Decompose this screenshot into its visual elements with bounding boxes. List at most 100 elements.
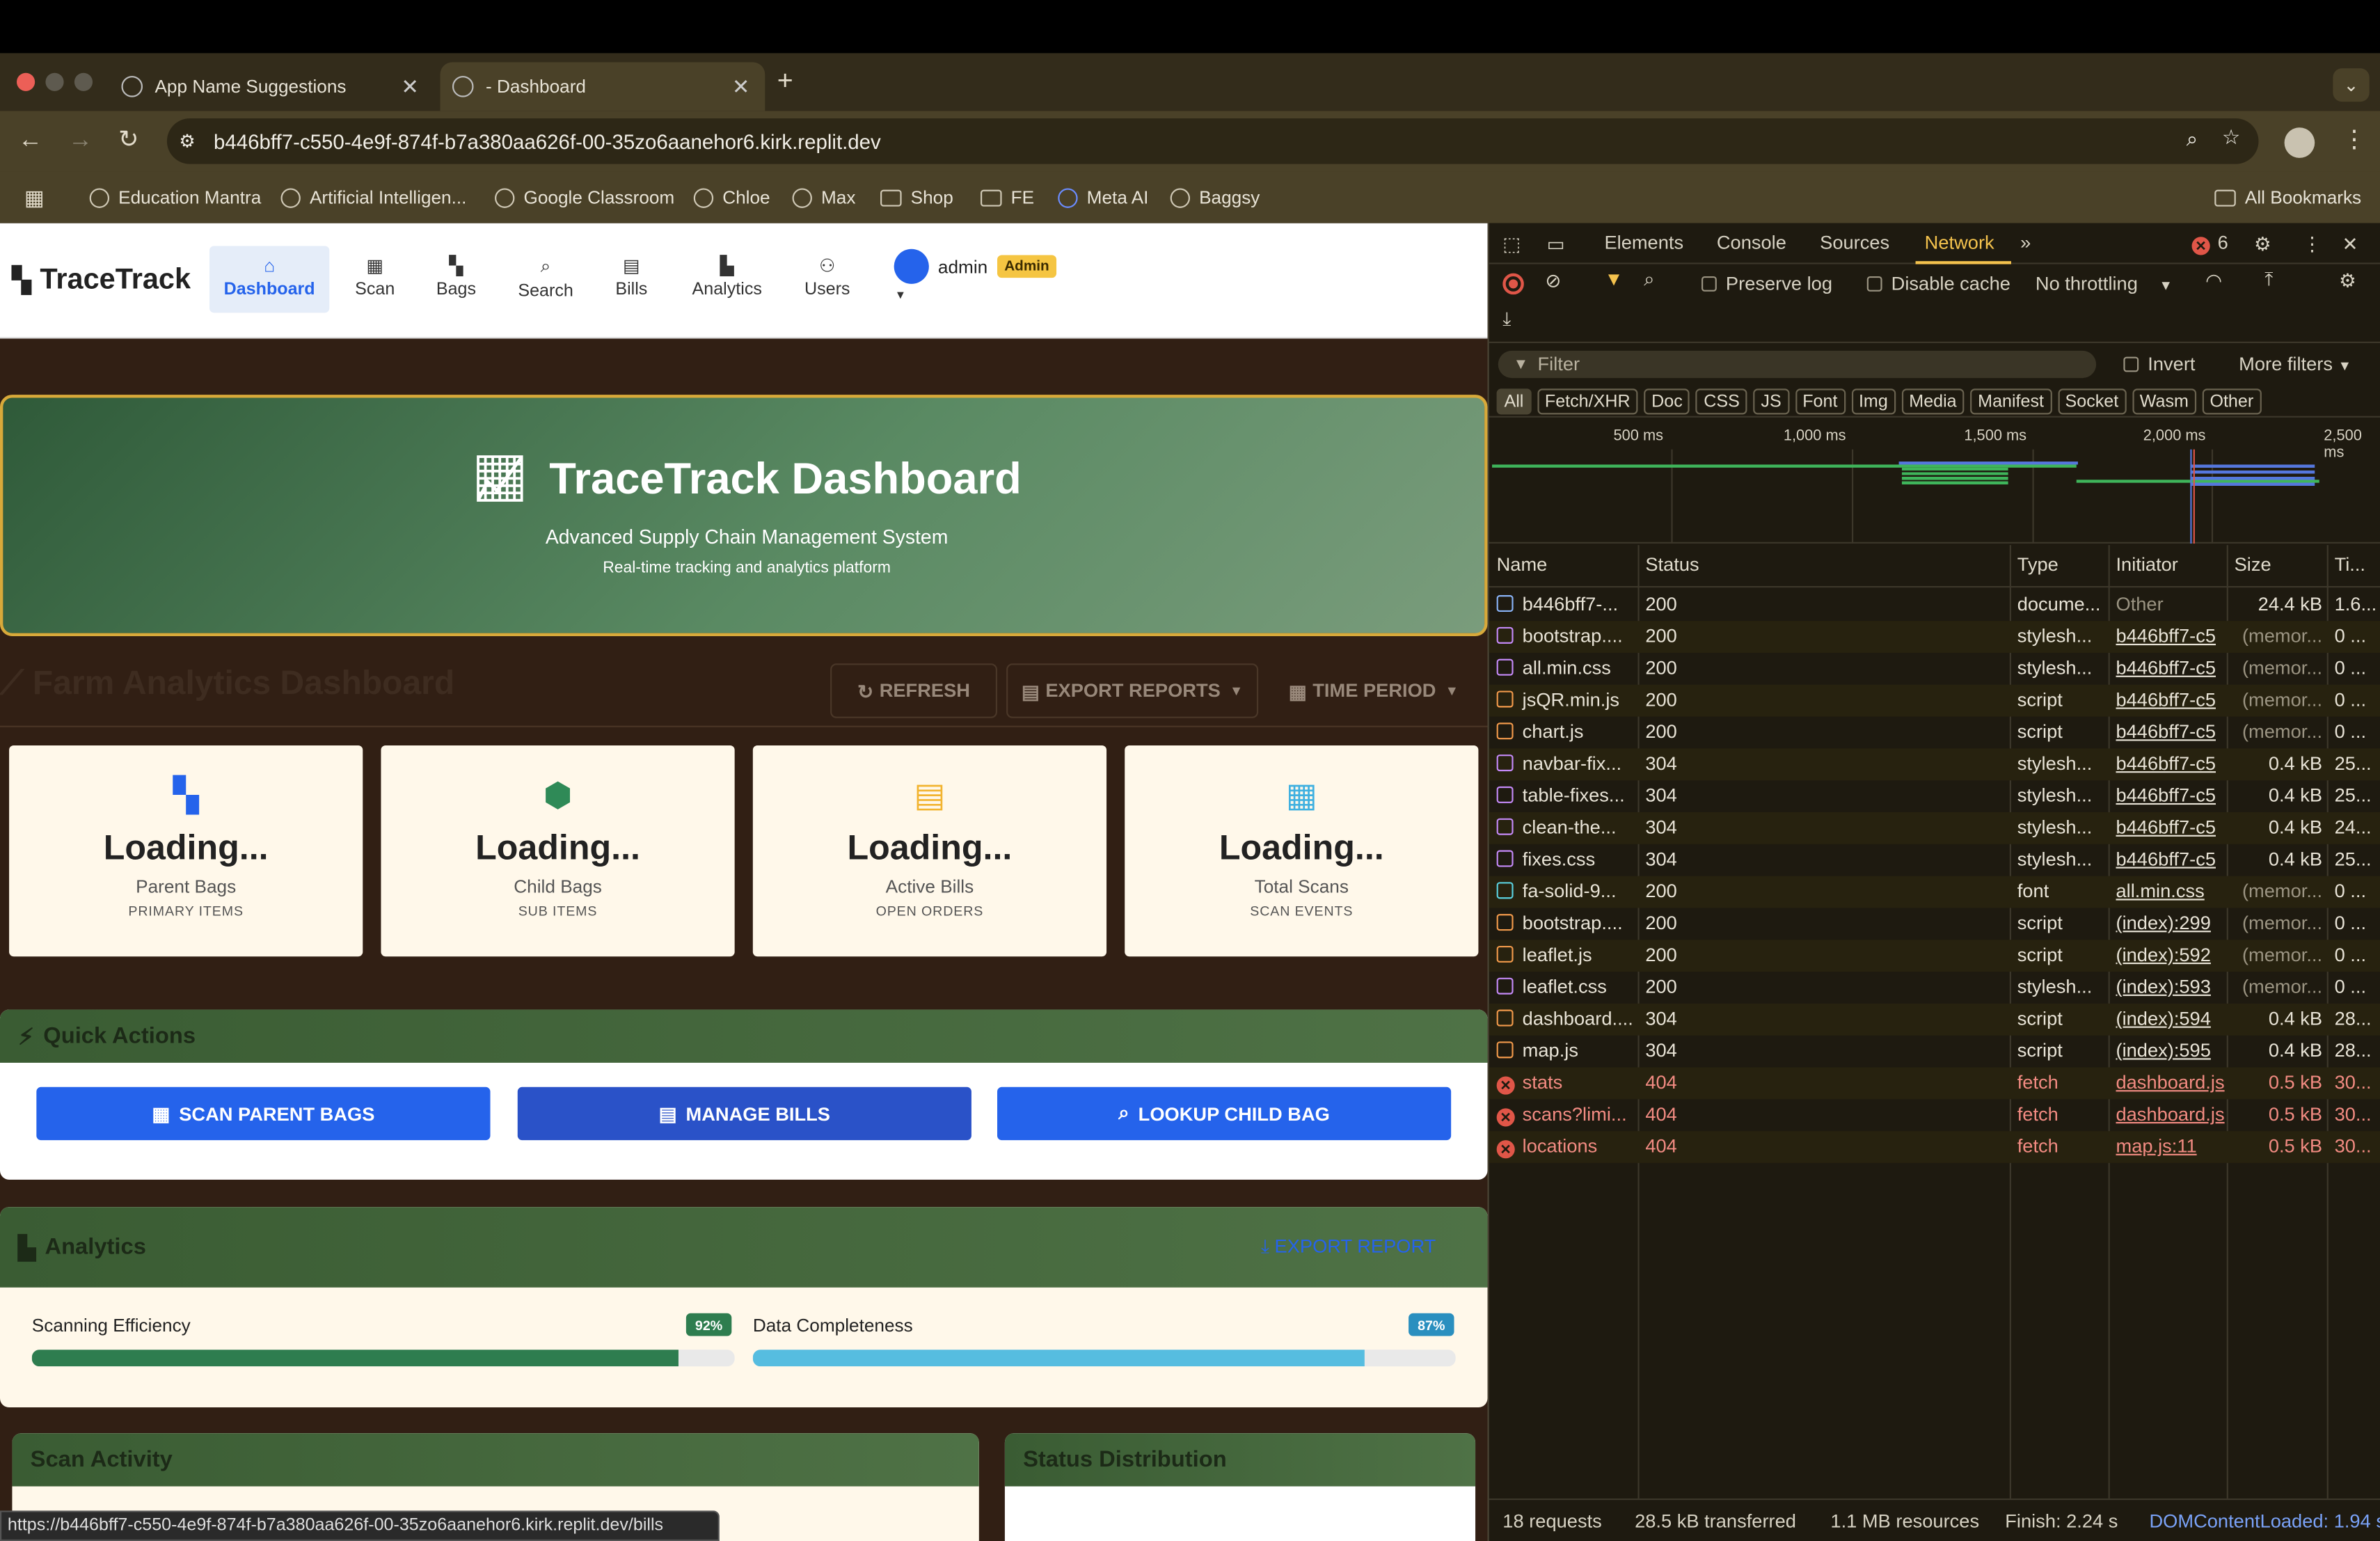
- filter-doc[interactable]: Doc: [1644, 388, 1690, 415]
- forward-icon[interactable]: →: [68, 128, 93, 153]
- request-row[interactable]: leaflet.css 200 stylesh... (index):593 (memo…: [1489, 972, 2380, 1004]
- request-initiator[interactable]: b446bff7-c5: [2116, 817, 2225, 839]
- chevron-down-icon[interactable]: ▾: [897, 287, 904, 303]
- request-initiator[interactable]: (index):299: [2116, 912, 2225, 934]
- request-row[interactable]: ✕ stats 404 fetch dashboard.js 0.5 kB 30...: [1489, 1067, 2380, 1100]
- filter-img[interactable]: Img: [1851, 388, 1896, 415]
- bookmark-folder[interactable]: Shop: [880, 187, 953, 208]
- request-initiator[interactable]: (index):592: [2116, 945, 2225, 966]
- request-row[interactable]: b446bff7-... 200 docume... Other 24.4 kB 1.6.…: [1489, 589, 2380, 621]
- close-devtools-icon[interactable]: ✕: [2342, 232, 2358, 255]
- zoom-icon[interactable]: ⌕: [2187, 127, 2198, 152]
- more-tabs-icon[interactable]: »: [2020, 232, 2031, 254]
- request-row[interactable]: ✕ scans?limi... 404 fetch dashboard.js 0.5 kB…: [1489, 1099, 2380, 1131]
- request-row[interactable]: chart.js 200 script b446bff7-c5 (memor... 0 .…: [1489, 717, 2380, 749]
- request-initiator[interactable]: b446bff7-c5: [2116, 721, 2225, 743]
- bookmark-item[interactable]: Meta AI: [1058, 187, 1148, 208]
- tab-dashboard[interactable]: - Dashboard ✕: [440, 62, 765, 111]
- bookmark-star-icon[interactable]: ☆: [2222, 126, 2240, 150]
- search-icon[interactable]: ⌕: [1644, 269, 1654, 292]
- nav-analytics[interactable]: ▙ Analytics: [680, 246, 774, 313]
- tab-app-name-suggestions[interactable]: App Name Suggestions ✕: [109, 62, 434, 111]
- request-row[interactable]: fixes.css 304 stylesh... b446bff7-c5 0.4 kB 2…: [1489, 844, 2380, 876]
- filter-input[interactable]: Filter: [1498, 350, 2097, 379]
- request-initiator[interactable]: (index):594: [2116, 1008, 2225, 1029]
- request-initiator[interactable]: b446bff7-c5: [2116, 657, 2225, 679]
- lookup-child-bag-button[interactable]: ⌕ LOOKUP CHILD BAG: [997, 1086, 1452, 1141]
- kebab-menu-icon[interactable]: ⋮: [2303, 232, 2322, 255]
- request-initiator[interactable]: b446bff7-c5: [2116, 848, 2225, 870]
- request-initiator[interactable]: dashboard.js: [2116, 1072, 2225, 1093]
- filter-wasm[interactable]: Wasm: [2132, 388, 2196, 415]
- filter-css[interactable]: CSS: [1696, 388, 1747, 415]
- new-tab-icon[interactable]: +: [777, 67, 793, 94]
- request-row[interactable]: map.js 304 script (index):595 0.4 kB 28...: [1489, 1036, 2380, 1068]
- request-initiator[interactable]: all.min.css: [2116, 880, 2225, 902]
- request-initiator[interactable]: (index):593: [2116, 977, 2225, 998]
- device-toggle-icon[interactable]: ▭: [1547, 232, 1565, 255]
- request-initiator[interactable]: dashboard.js: [2116, 1104, 2225, 1125]
- request-initiator[interactable]: b446bff7-c5: [2116, 689, 2225, 711]
- refresh-button[interactable]: ↻ REFRESH: [830, 663, 997, 718]
- col-initiator[interactable]: Initiator: [2116, 554, 2177, 576]
- manage-bills-button[interactable]: ▤ MANAGE BILLS: [517, 1086, 971, 1141]
- request-initiator[interactable]: (index):595: [2116, 1040, 2225, 1061]
- filter-socket[interactable]: Socket: [2057, 388, 2127, 415]
- request-row[interactable]: ✕ locations 404 fetch map.js:11 0.5 kB 30...: [1489, 1131, 2380, 1163]
- request-row[interactable]: clean-the... 304 stylesh... b446bff7-c5 0.4 …: [1489, 812, 2380, 844]
- scan-parent-bags-button[interactable]: ▦ SCAN PARENT BAGS: [36, 1086, 491, 1141]
- request-row[interactable]: dashboard.... 304 script (index):594 0.4 kB 2…: [1489, 1003, 2380, 1036]
- request-initiator[interactable]: b446bff7-c5: [2116, 626, 2225, 647]
- all-bookmarks-folder[interactable]: All Bookmarks: [2214, 187, 2361, 208]
- request-row[interactable]: jsQR.min.js 200 script b446bff7-c5 (memor...…: [1489, 684, 2380, 717]
- close-tab-icon[interactable]: ✕: [732, 74, 750, 100]
- col-size[interactable]: Size: [2235, 554, 2271, 576]
- network-timeline[interactable]: 500 ms 1,000 ms 1,500 ms 2,000 ms 2,500 …: [1489, 419, 2380, 544]
- nav-bills[interactable]: ▤ Bills: [601, 246, 662, 313]
- error-counter[interactable]: ✕ 6: [2191, 232, 2228, 255]
- close-window-button[interactable]: [16, 72, 35, 91]
- time-period-button[interactable]: ▦ TIME PERIOD ▼: [1272, 663, 1475, 718]
- clear-icon[interactable]: ⊘: [1545, 269, 1561, 292]
- request-initiator[interactable]: b446bff7-c5: [2116, 785, 2225, 807]
- nav-scan[interactable]: ▦ Scan: [342, 246, 408, 313]
- tab-network[interactable]: Network: [1925, 232, 1994, 254]
- col-type[interactable]: Type: [2017, 554, 2058, 576]
- profile-avatar-icon[interactable]: [2284, 127, 2315, 158]
- request-row[interactable]: table-fixes... 304 stylesh... b446bff7-c5 0.…: [1489, 780, 2380, 812]
- col-status[interactable]: Status: [1645, 554, 1699, 576]
- invert-checkbox[interactable]: Invert: [2123, 354, 2195, 375]
- col-name[interactable]: Name: [1497, 554, 1548, 576]
- inspect-icon[interactable]: ⬚: [1502, 232, 1521, 255]
- bookmark-item[interactable]: Baggsy: [1170, 187, 1260, 208]
- export-reports-button[interactable]: ▤ EXPORT REPORTS ▼: [1006, 663, 1259, 718]
- nav-users[interactable]: ⚇ Users: [793, 246, 862, 313]
- wifi-icon[interactable]: ◠: [2205, 269, 2222, 292]
- download-icon[interactable]: ⤓: [1502, 308, 1511, 331]
- filter-manifest[interactable]: Manifest: [1970, 388, 2052, 415]
- tab-elements[interactable]: Elements: [1604, 232, 1683, 254]
- user-menu[interactable]: admin Admin: [894, 248, 1057, 284]
- request-row[interactable]: bootstrap.... 200 stylesh... b446bff7-c5 (me…: [1489, 621, 2380, 653]
- filter-all[interactable]: All: [1496, 388, 1532, 415]
- filter-other[interactable]: Other: [2202, 388, 2262, 415]
- throttling-select[interactable]: No throttling ▼: [2036, 274, 2173, 295]
- request-initiator[interactable]: b446bff7-c5: [2116, 753, 2225, 775]
- more-filters-button[interactable]: More filters ▼: [2239, 354, 2351, 375]
- filter-media[interactable]: Media: [1901, 388, 1965, 415]
- bookmark-item[interactable]: Education Mantra: [89, 187, 261, 208]
- nav-bags[interactable]: ▚ Bags: [422, 246, 490, 313]
- bookmark-item[interactable]: Google Classroom: [495, 187, 674, 208]
- tab-search-icon[interactable]: ⌄: [2333, 68, 2370, 102]
- bookmark-folder[interactable]: FE: [981, 187, 1034, 208]
- maximize-window-button[interactable]: [74, 72, 93, 91]
- apps-grid-icon[interactable]: ▦: [24, 185, 45, 210]
- upload-icon[interactable]: ⤒: [2264, 269, 2273, 292]
- browser-menu-icon[interactable]: ⋮: [2342, 128, 2366, 153]
- request-row[interactable]: fa-solid-9... 200 font all.min.css (memor...…: [1489, 876, 2380, 908]
- request-row[interactable]: all.min.css 200 stylesh... b446bff7-c5 (memo…: [1489, 653, 2380, 685]
- bookmark-item[interactable]: Chloe: [693, 187, 770, 208]
- filter-font[interactable]: Font: [1795, 388, 1846, 415]
- bookmark-item[interactable]: Artificial Intelligen...: [280, 187, 466, 208]
- settings-icon[interactable]: ⚙: [2339, 269, 2356, 292]
